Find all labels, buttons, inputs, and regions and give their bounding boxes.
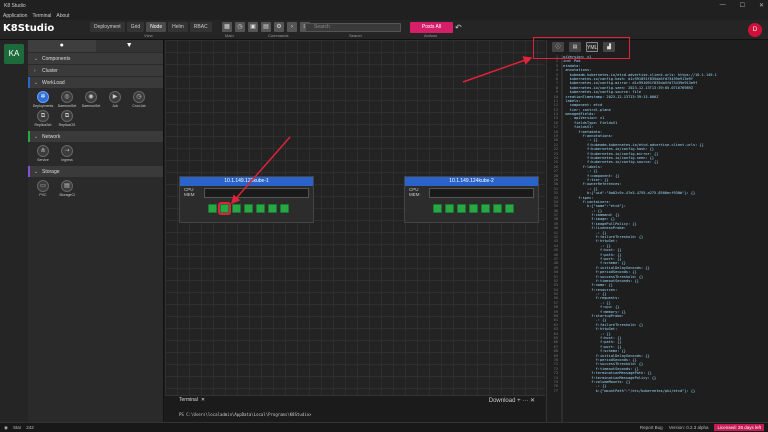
- arrow-to-pod: [231, 136, 291, 205]
- arrow-to-panel-toolbar: [462, 56, 533, 83]
- license-badge: Licensed: 26 days left: [714, 424, 764, 431]
- github-icon[interactable]: ◉: [4, 425, 8, 431]
- report-bug-button[interactable]: Report Bug: [640, 425, 663, 430]
- star-count: 242: [26, 425, 34, 430]
- star-label[interactable]: Star: [13, 425, 21, 431]
- status-left: ◉ Star 242: [4, 425, 34, 431]
- annotation-arrows: [231, 56, 533, 205]
- status-bar: ◉ Star 242 Report Bug Version: 0.2.3 alp…: [0, 422, 768, 432]
- status-right: Report Bug Version: 0.2.3 alpha Licensed…: [640, 424, 764, 431]
- version-label: Version: 0.2.3 alpha: [668, 425, 709, 430]
